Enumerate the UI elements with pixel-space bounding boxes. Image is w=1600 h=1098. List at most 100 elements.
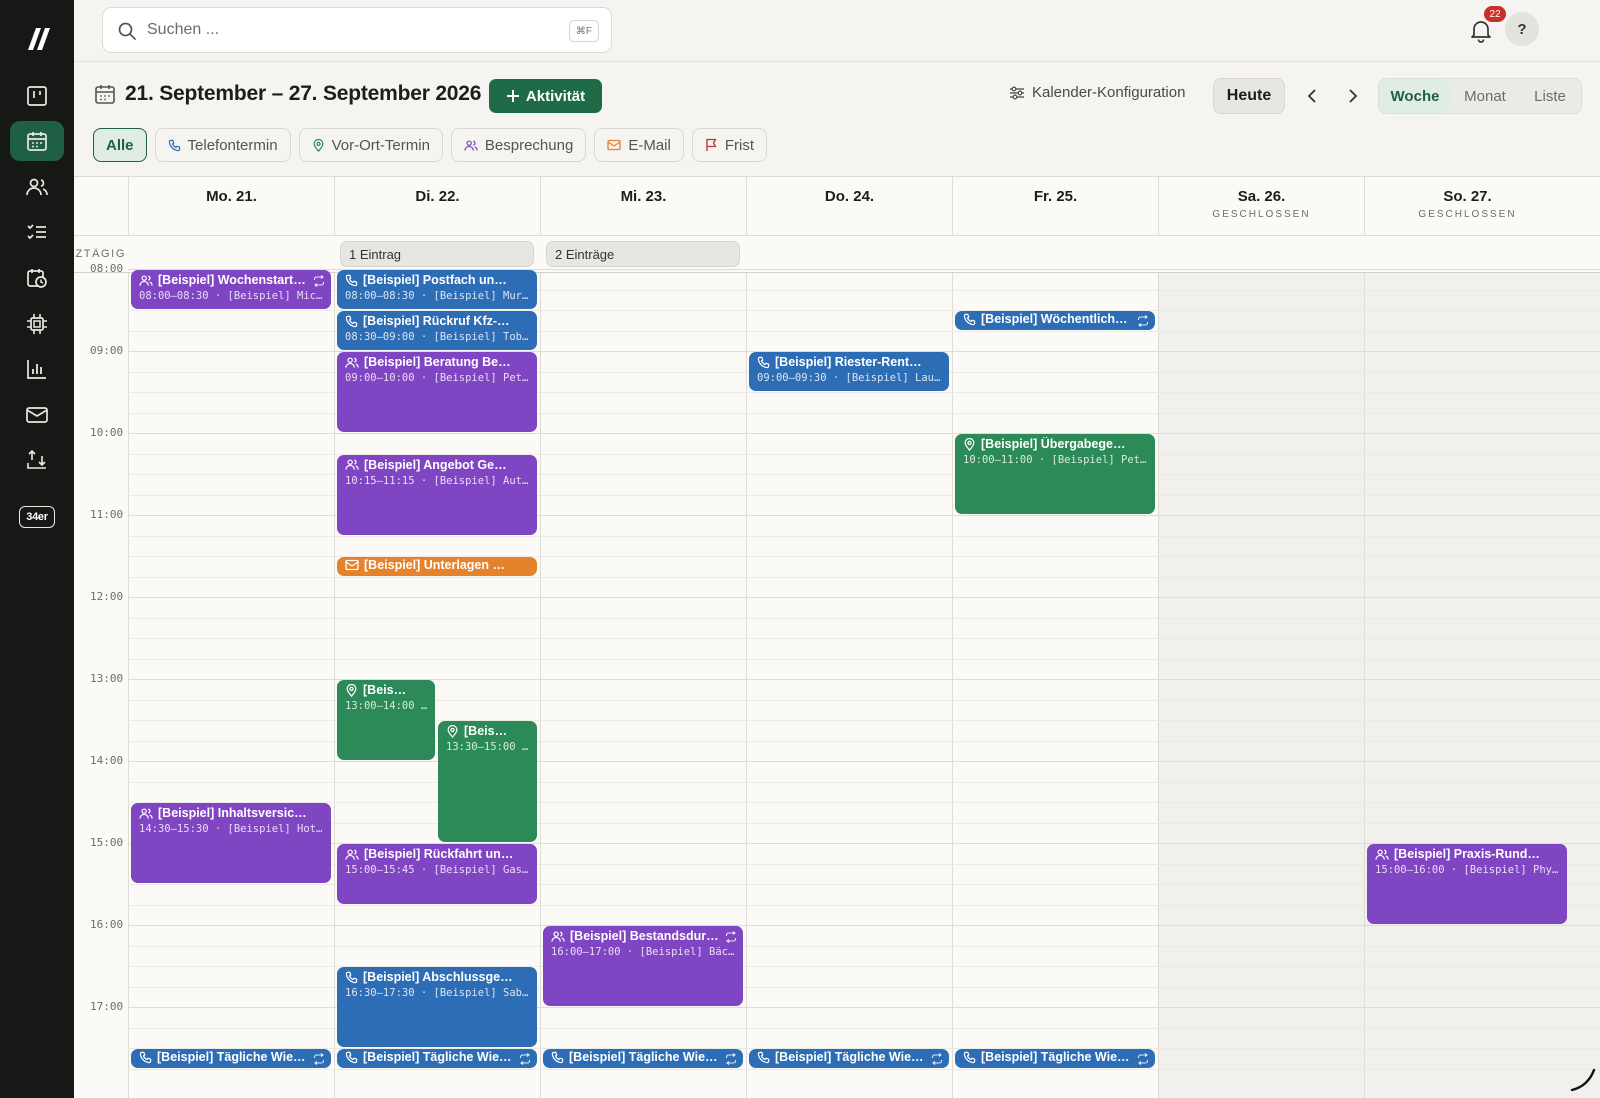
allday-summary-chip[interactable]: 1 Eintrag [340, 241, 534, 267]
filter-chip-alle[interactable]: Alle [93, 128, 147, 162]
event-title: [Beispiel] Angebot Gewer… [364, 457, 514, 472]
calendar-event[interactable]: [Beispiel] Tägliche Wie… [337, 1049, 537, 1068]
event-title-row: [Beispiel] Postfach und R… [345, 273, 530, 287]
quarter-hour-line [128, 617, 1600, 619]
event-title-row: [Beispiel] Rückfahrt und … [345, 847, 530, 861]
day-header[interactable]: Fr. 25. [952, 177, 1158, 235]
filter-chip-vor-ort-termin[interactable]: Vor-Ort-Termin [298, 128, 443, 162]
mail-icon [26, 407, 48, 423]
activity-type-filters: Alle Telefontermin Vor-Ort-Termin Besprechu… [93, 128, 767, 162]
calendar-event[interactable]: [Beispiel] Tägliche Wie… [131, 1049, 331, 1068]
event-title-row: [Beispiel] Wochenstart… [139, 273, 324, 287]
phone-icon [345, 971, 358, 983]
view-week-button[interactable]: Woche [1379, 79, 1451, 113]
add-activity-button[interactable]: Aktivität [489, 79, 602, 113]
hour-line [128, 433, 1600, 434]
search-input[interactable] [147, 16, 547, 44]
location-pin-icon [313, 138, 324, 152]
calendar-event[interactable]: [Beispiel] Tägliche Wie… [543, 1049, 743, 1068]
day-header[interactable]: Do. 24. [746, 177, 952, 235]
day-closed-label: GESCHLOSSEN [1212, 209, 1311, 220]
allday-summary-chip[interactable]: 2 Einträge [546, 241, 740, 267]
calendar-event[interactable]: [Beispiel] Angebot Gewer… 10:15–11:15 · [… [337, 454, 537, 535]
sidebar-nav-chip[interactable] [10, 304, 64, 344]
day-header[interactable]: Mo. 21. [128, 177, 334, 235]
next-week-button[interactable] [1344, 87, 1362, 105]
day-column-divider [1364, 273, 1365, 1098]
repeat-icon [1137, 1053, 1149, 1065]
calendar-event[interactable]: [Beispiel… 13:30–15:00 … [438, 721, 537, 842]
event-time-meta: 16:30–17:30 · [Beispiel] Sabi… [345, 987, 530, 999]
event-title: [Beispiel] Riester-Rente D… [775, 355, 926, 369]
day-closed-label: GESCHLOSSEN [1418, 209, 1517, 220]
hour-label: 09:00 [90, 344, 124, 357]
app-logo-icon[interactable] [24, 26, 50, 52]
event-title-row: [Beispiel] Rückruf Kfz-Sc… [345, 314, 530, 328]
filter-chip-label: Besprechung [484, 136, 574, 154]
sidebar-nav-bar-chart[interactable] [10, 349, 64, 389]
sidebar-nav-mail[interactable] [10, 395, 64, 435]
topbar: ⌘F 22 ? [74, 0, 1600, 62]
hour-line [128, 925, 1600, 926]
calendar-event[interactable]: [Beispiel] Inhaltsversicher… 14:30–15:30 … [131, 803, 331, 883]
sidebar-nav-board[interactable] [10, 76, 64, 116]
calendar-event[interactable]: [Beispiel] Übergabegespr… 10:00–11:00 · [… [955, 434, 1155, 514]
calendar-event[interactable]: [Beispiel] Rückfahrt und … 15:00–15:45 · … [337, 844, 537, 904]
location-pin-icon [964, 437, 975, 451]
help-button[interactable]: ? [1505, 12, 1539, 46]
prev-week-button[interactable] [1303, 87, 1321, 105]
event-time-meta: 08:00–08:30 · [Beispiel] Mura… [345, 290, 530, 302]
day-column-divider [1158, 273, 1159, 1098]
filter-chip-besprechung[interactable]: Besprechung [450, 128, 587, 162]
calendar-event[interactable]: [Beispiel] Postfach und R… 08:00–08:30 · … [337, 270, 537, 309]
view-month-button[interactable]: Monat [1451, 79, 1519, 113]
calendar-event[interactable]: [Beispiel] Bestandsdur… 16:00–17:00 · [Be… [543, 926, 743, 1006]
calendar-event[interactable]: [Beispiel] Beratung Beruf… 09:00–10:00 · … [337, 352, 537, 432]
calendar-event[interactable]: [Beispiel] Unterlagen Ren… [337, 557, 537, 576]
calendar-event[interactable]: [Beispiel] Wochenstart… 08:00–08:30 · [Be… [131, 270, 331, 309]
event-title-row: [Beispiel] Praxis-Rundgan… [1375, 847, 1560, 861]
phone-icon [963, 1051, 976, 1063]
view-list-button[interactable]: Liste [1519, 79, 1581, 113]
filter-chip-frist[interactable]: Frist [691, 128, 767, 162]
calendar-event[interactable]: [Beispiel] Wöchentlich… [955, 311, 1155, 330]
filter-chip-telefontermin[interactable]: Telefontermin [154, 128, 291, 162]
search-box[interactable]: ⌘F [102, 7, 612, 53]
day-header-label: Mi. 23. [620, 188, 667, 205]
sidebar-nav-calendar-clock[interactable] [10, 258, 64, 298]
calendar-event[interactable]: [Beispiel] Rückruf Kfz-Sc… 08:30–09:00 · … [337, 311, 537, 350]
hour-label: 08:00 [90, 262, 124, 275]
event-time-meta: 09:00–09:30 · [Beispiel] Laur… [757, 372, 942, 384]
calendar-event[interactable]: [Beispiel] Praxis-Rundgan… 15:00–16:00 · … [1367, 844, 1567, 924]
day-header[interactable]: Di. 22. [334, 177, 540, 235]
sliders-icon [1010, 86, 1024, 99]
event-title-row: [Beispiel] Bestandsdur… [551, 929, 736, 943]
sidebar-nav-task-list[interactable] [10, 212, 64, 252]
resize-handle-icon[interactable] [1568, 1064, 1596, 1092]
time-grid[interactable]: 08:00 09:00 10:00 11:00 12:00 13:00 14:00 15:00… [74, 262, 1600, 1098]
version-badge[interactable]: 34er [19, 506, 55, 528]
today-button[interactable]: Heute [1213, 78, 1285, 114]
hour-line [128, 761, 1600, 762]
chevron-right-icon [1349, 89, 1358, 103]
quarter-hour-line [128, 638, 1600, 639]
sidebar-nav-import-export[interactable] [10, 440, 64, 480]
sidebar-nav-calendar[interactable] [10, 121, 64, 161]
filter-chip-e-mail[interactable]: E-Mail [594, 128, 684, 162]
calendar-event[interactable]: [Beispiel… 13:00–14:00 … [337, 680, 435, 760]
calendar-event[interactable]: [Beispiel] Tägliche Wie… [955, 1049, 1155, 1068]
day-header-label: Fr. 25. [1033, 188, 1078, 205]
people-icon [345, 356, 359, 368]
calendar-event[interactable]: [Beispiel] Riester-Rente D… 09:00–09:30 ·… [749, 352, 949, 391]
sidebar-nav-users[interactable] [10, 167, 64, 207]
hour-label: 13:00 [90, 672, 124, 685]
day-header[interactable]: Mi. 23. [540, 177, 746, 235]
day-header[interactable]: Sa. 26. GESCHLOSSEN [1158, 177, 1364, 235]
day-header[interactable]: So. 27. GESCHLOSSEN [1364, 177, 1570, 235]
calendar-event[interactable]: [Beispiel] Tägliche Wie… [749, 1049, 949, 1068]
event-title: [Beispiel] Tägliche Wie… [157, 1050, 306, 1064]
calendar-event[interactable]: [Beispiel] Abschlussgespr… 16:30–17:30 · … [337, 967, 537, 1047]
calendar-config-button[interactable]: Kalender-Konfiguration [1009, 84, 1185, 101]
event-title: [Beispiel] Inhaltsversicher… [158, 806, 308, 820]
event-title-row: [Beispiel] Tägliche Wie… [139, 1050, 324, 1064]
